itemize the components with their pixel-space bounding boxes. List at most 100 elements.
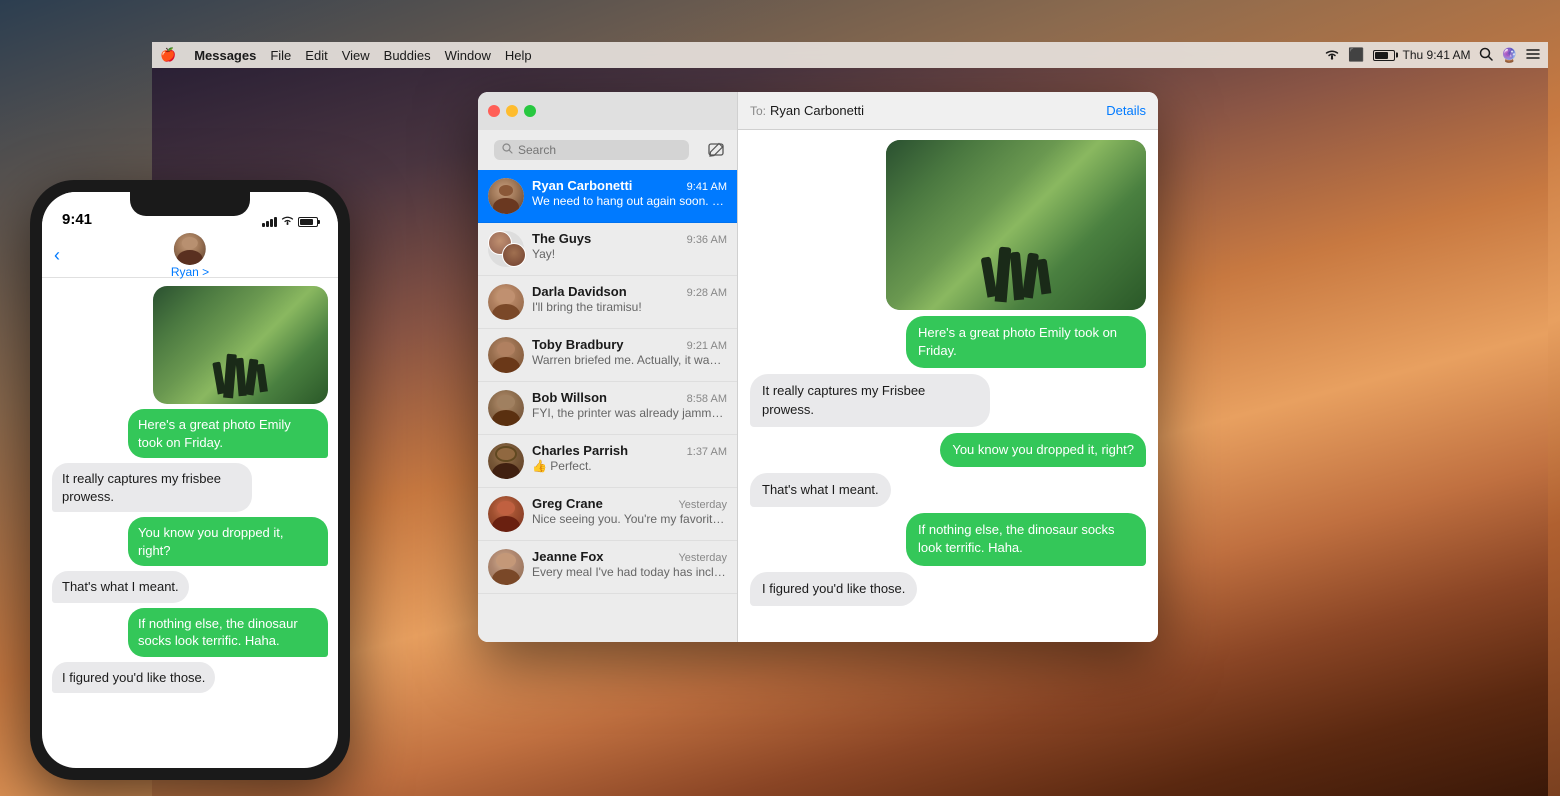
- wifi-icon: [1324, 48, 1340, 63]
- iphone-device: 9:41: [30, 180, 350, 780]
- iphone-message-list: Here's a great photo Emily took on Frida…: [42, 278, 338, 701]
- conv-name: Bob Willson: [532, 390, 607, 405]
- conv-preview: FYI, the printer was already jammed when…: [532, 406, 727, 420]
- search-bar[interactable]: [494, 140, 689, 160]
- iphone-bubble: You know you dropped it, right?: [128, 517, 328, 566]
- avatar: [488, 337, 524, 373]
- conv-name: Greg Crane: [532, 496, 603, 511]
- conv-preview: I'll bring the tiramisu!: [532, 300, 727, 314]
- iphone-battery-icon: [298, 217, 318, 227]
- conv-preview: We need to hang out again soon. Don't be…: [532, 194, 727, 208]
- messages-window: Ryan Carbonetti 9:41 AM We need to hang …: [478, 92, 1158, 642]
- siri-icon[interactable]: 🔮: [1501, 47, 1518, 64]
- avatar: [488, 284, 524, 320]
- menu-buddies[interactable]: Buddies: [384, 48, 431, 63]
- conv-preview: Every meal I've had today has included b…: [532, 565, 727, 579]
- signal-icon: [262, 217, 277, 227]
- avatar: [488, 443, 524, 479]
- back-button[interactable]: ‹: [54, 245, 60, 266]
- conv-name: The Guys: [532, 231, 591, 246]
- conv-time: 9:41 AM: [687, 181, 727, 193]
- conversation-item[interactable]: Bob Willson 8:58 AM FYI, the printer was…: [478, 382, 737, 435]
- contact-avatar: [174, 233, 206, 265]
- conversation-item[interactable]: Darla Davidson 9:28 AM I'll bring the ti…: [478, 276, 737, 329]
- iphone-nav: ‹ Ryan >: [42, 234, 338, 278]
- apple-menu[interactable]: 🍎: [160, 47, 176, 63]
- conversation-body: Greg Crane Yesterday Nice seeing you. Yo…: [532, 496, 727, 526]
- iphone-screen: 9:41: [42, 192, 338, 768]
- battery-icon: [1373, 50, 1395, 61]
- spotlight-icon[interactable]: [1479, 47, 1493, 64]
- airplay-icon[interactable]: ⬛: [1348, 47, 1364, 63]
- avatar: [488, 231, 524, 267]
- conversation-list: Ryan Carbonetti 9:41 AM We need to hang …: [478, 170, 737, 642]
- menu-help[interactable]: Help: [505, 48, 532, 63]
- app-name-menu[interactable]: Messages: [194, 48, 256, 63]
- chat-header: To: Ryan Carbonetti Details: [738, 92, 1158, 130]
- conv-time: 8:58 AM: [687, 393, 727, 405]
- compose-button[interactable]: [703, 137, 729, 163]
- conversation-body: Jeanne Fox Yesterday Every meal I've had…: [532, 549, 727, 579]
- maximize-button[interactable]: [524, 105, 536, 117]
- conv-name: Jeanne Fox: [532, 549, 604, 564]
- recipient-name: Ryan Carbonetti: [770, 103, 864, 118]
- iphone-wifi-icon: [281, 215, 294, 228]
- iphone-bubble: That's what I meant.: [52, 571, 189, 603]
- conversation-item[interactable]: The Guys 9:36 AM Yay!: [478, 223, 737, 276]
- to-label: To:: [750, 104, 766, 118]
- conversation-item[interactable]: Toby Bradbury 9:21 AM Warren briefed me.…: [478, 329, 737, 382]
- search-input[interactable]: [518, 143, 681, 157]
- avatar: [488, 178, 524, 214]
- conv-preview: 👍 Perfect.: [532, 459, 727, 473]
- menu-window[interactable]: Window: [445, 48, 491, 63]
- menu-view[interactable]: View: [342, 48, 370, 63]
- iphone-bubble: I figured you'd like those.: [52, 662, 215, 694]
- conv-time: 1:37 AM: [687, 446, 727, 458]
- iphone-photo-message: [153, 286, 328, 404]
- iphone-time: 9:41: [62, 211, 92, 228]
- conversation-body: Toby Bradbury 9:21 AM Warren briefed me.…: [532, 337, 727, 367]
- notificationcenter-icon[interactable]: [1526, 48, 1540, 63]
- conversation-body: The Guys 9:36 AM Yay!: [532, 231, 727, 261]
- conv-preview: Nice seeing you. You're my favorite pers…: [532, 512, 727, 526]
- menubar: 🍎 Messages File Edit View Buddies Window…: [152, 42, 1548, 68]
- conversation-item[interactable]: Charles Parrish 1:37 AM 👍 Perfect.: [478, 435, 737, 488]
- menu-file[interactable]: File: [270, 48, 291, 63]
- contact-header[interactable]: Ryan >: [171, 233, 209, 279]
- search-icon: [502, 143, 513, 157]
- iphone-notch: [130, 192, 250, 216]
- iphone-bubble: If nothing else, the dinosaur socks look…: [128, 608, 328, 657]
- minimize-button[interactable]: [506, 105, 518, 117]
- iphone-bubble: Here's a great photo Emily took on Frida…: [128, 409, 328, 458]
- conversation-body: Darla Davidson 9:28 AM I'll bring the ti…: [532, 284, 727, 314]
- message-bubble: It really captures my Frisbee prowess.: [750, 374, 990, 426]
- conversation-item[interactable]: Jeanne Fox Yesterday Every meal I've had…: [478, 541, 737, 594]
- conversation-body: Bob Willson 8:58 AM FYI, the printer was…: [532, 390, 727, 420]
- message-bubble: You know you dropped it, right?: [940, 433, 1146, 467]
- iphone-status-icons: [262, 215, 318, 228]
- details-button[interactable]: Details: [1106, 103, 1146, 118]
- message-bubble: That's what I meant.: [750, 473, 891, 507]
- chat-message-list: Here's a great photo Emily took on Frida…: [738, 130, 1158, 642]
- menu-edit[interactable]: Edit: [305, 48, 327, 63]
- window-titlebar: [478, 92, 737, 130]
- conversation-item[interactable]: Ryan Carbonetti 9:41 AM We need to hang …: [478, 170, 737, 223]
- conversation-body: Charles Parrish 1:37 AM 👍 Perfect.: [532, 443, 727, 473]
- message-bubble: I figured you'd like those.: [750, 572, 917, 606]
- conv-time: 9:36 AM: [687, 234, 727, 246]
- conv-name: Ryan Carbonetti: [532, 178, 632, 193]
- search-row: [478, 130, 737, 170]
- avatar: [488, 549, 524, 585]
- conv-preview: Yay!: [532, 247, 727, 261]
- menubar-time: Thu 9:41 AM: [1403, 48, 1471, 62]
- close-button[interactable]: [488, 105, 500, 117]
- conversation-item[interactable]: Greg Crane Yesterday Nice seeing you. Yo…: [478, 488, 737, 541]
- messages-sidebar: Ryan Carbonetti 9:41 AM We need to hang …: [478, 92, 738, 642]
- chat-panel: To: Ryan Carbonetti Details: [738, 92, 1158, 642]
- message-bubble: Here's a great photo Emily took on Frida…: [906, 316, 1146, 368]
- conv-time: 9:21 AM: [687, 340, 727, 352]
- avatar: [488, 496, 524, 532]
- avatar: [488, 390, 524, 426]
- conv-name: Darla Davidson: [532, 284, 627, 299]
- conversation-body: Ryan Carbonetti 9:41 AM We need to hang …: [532, 178, 727, 208]
